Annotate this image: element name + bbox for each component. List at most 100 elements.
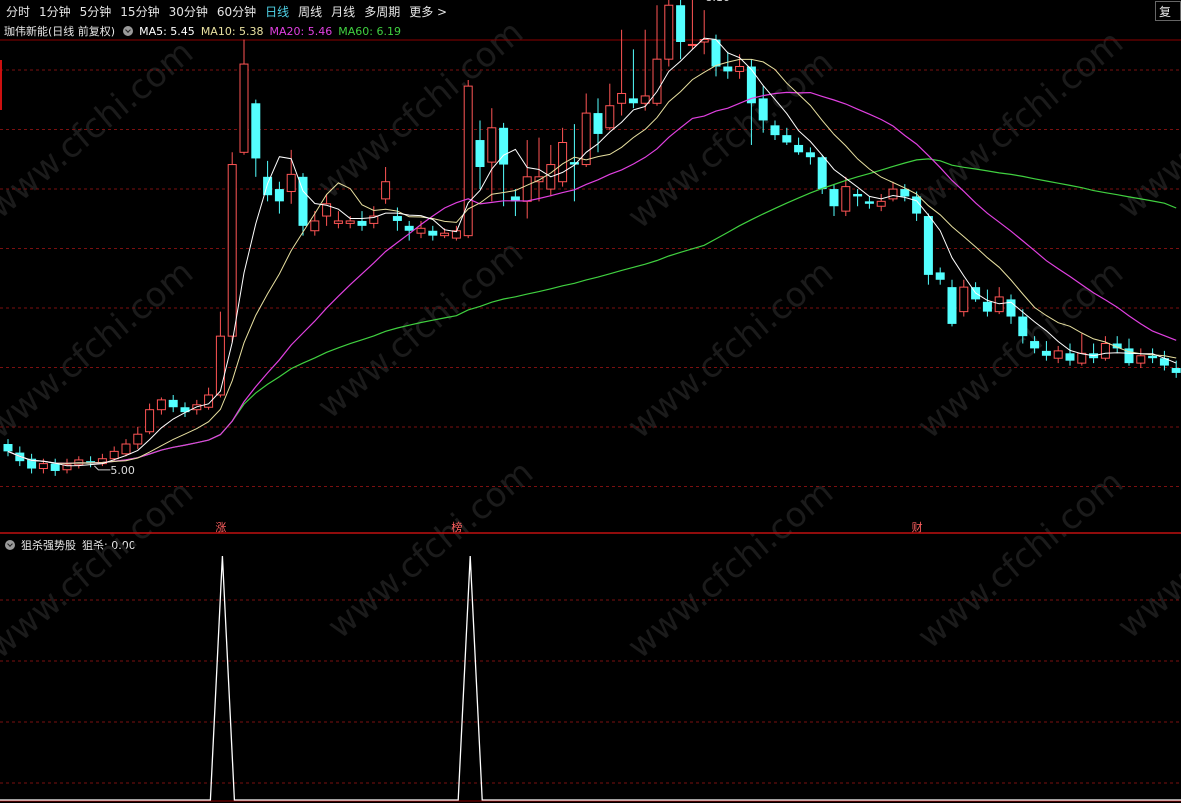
watermark-text: www.cfchi.com [620,472,841,666]
candle [628,49,638,109]
candle [947,279,957,327]
candle [86,456,96,468]
watermark-text: www.cfchi.com [0,252,201,446]
candle-body [1171,368,1181,373]
candle [475,120,485,190]
candle [145,403,155,435]
candle [499,122,509,207]
candle [794,137,804,155]
candle-body [569,162,579,165]
candle-body [109,450,119,460]
candle [699,10,709,55]
watermark-text: www.cfchi.com [320,452,541,646]
candle-body [817,157,827,190]
candle-body [829,189,839,207]
candle [510,189,520,217]
candle [711,34,721,77]
low-pointer [94,465,111,471]
candle-body [1136,355,1146,364]
candle-body [38,463,48,470]
candle [1171,360,1181,378]
candle [676,0,686,60]
candle-body [935,272,945,280]
candle-body [392,216,402,221]
grid-lines [0,69,1181,784]
candle-body [227,164,237,337]
candle [251,99,261,177]
candle-body [900,189,910,197]
candle-body [286,173,296,193]
candle-body [805,152,815,158]
watermark-text: www.cfchi.com [310,232,531,426]
candle-body [841,186,851,212]
candle-body [357,220,367,226]
candle-body [298,176,308,226]
candle [204,387,214,410]
candle [664,0,674,67]
candle-body [274,189,284,202]
candle-body [1018,316,1028,337]
candle [935,267,945,285]
candle [982,289,992,317]
price-chart[interactable]: www.cfchi.com www.cfchi.com www.cfchi.com w… [0,0,1181,803]
candle [959,279,969,317]
candle-body [982,301,992,312]
candle [227,152,237,343]
candle-body [121,443,131,455]
candle [487,108,497,202]
candle-body [864,201,874,204]
candle [723,51,733,79]
candle [1077,333,1087,366]
watermark-text: www.cfchi.com [620,252,841,446]
candle-body [617,92,627,104]
watermark-text: www.cfchi.com [910,22,1131,216]
candle-body [156,399,166,411]
ma5-line [7,37,1177,467]
candle-body [687,43,697,46]
candle-body [133,433,143,445]
candle [239,39,249,155]
candle [841,176,851,217]
candle [522,140,532,219]
candle-body [381,181,391,200]
candle-body [145,409,155,433]
candle-body [475,140,485,168]
candle-body [853,193,863,197]
candle-body [1148,355,1158,359]
candle [1112,336,1122,354]
candle-body [735,66,745,72]
candle-body [876,200,886,207]
candle [558,127,568,187]
candle [463,79,473,239]
candle-body [959,286,969,313]
candle-body [263,176,273,196]
candle-body [581,112,591,166]
event-marker: 榜 [451,520,462,534]
candle-body [652,58,662,104]
candle-body [1100,343,1110,359]
high-label: 8.16 [705,0,730,4]
watermark-text: www.cfchi.com [910,252,1131,446]
candle-body [239,63,249,153]
candle [605,83,615,131]
candle-body [794,144,804,153]
low-label: 5.00 [110,464,134,477]
candle-body [947,287,957,324]
candle-body [782,135,792,143]
candle [888,181,898,202]
candle-body [310,220,320,232]
candle [687,0,697,50]
candle [310,211,320,236]
watermark-text: www.cfchi.com [0,472,201,666]
candle [782,127,792,145]
candle-body [251,103,261,159]
candle-body [404,225,414,231]
candle [451,225,461,241]
candle [1159,350,1169,371]
candle-body [168,399,178,408]
candle [156,397,166,415]
candle [994,287,1004,315]
candle [27,453,37,474]
candle-body [770,125,780,136]
candle-body [664,4,674,60]
